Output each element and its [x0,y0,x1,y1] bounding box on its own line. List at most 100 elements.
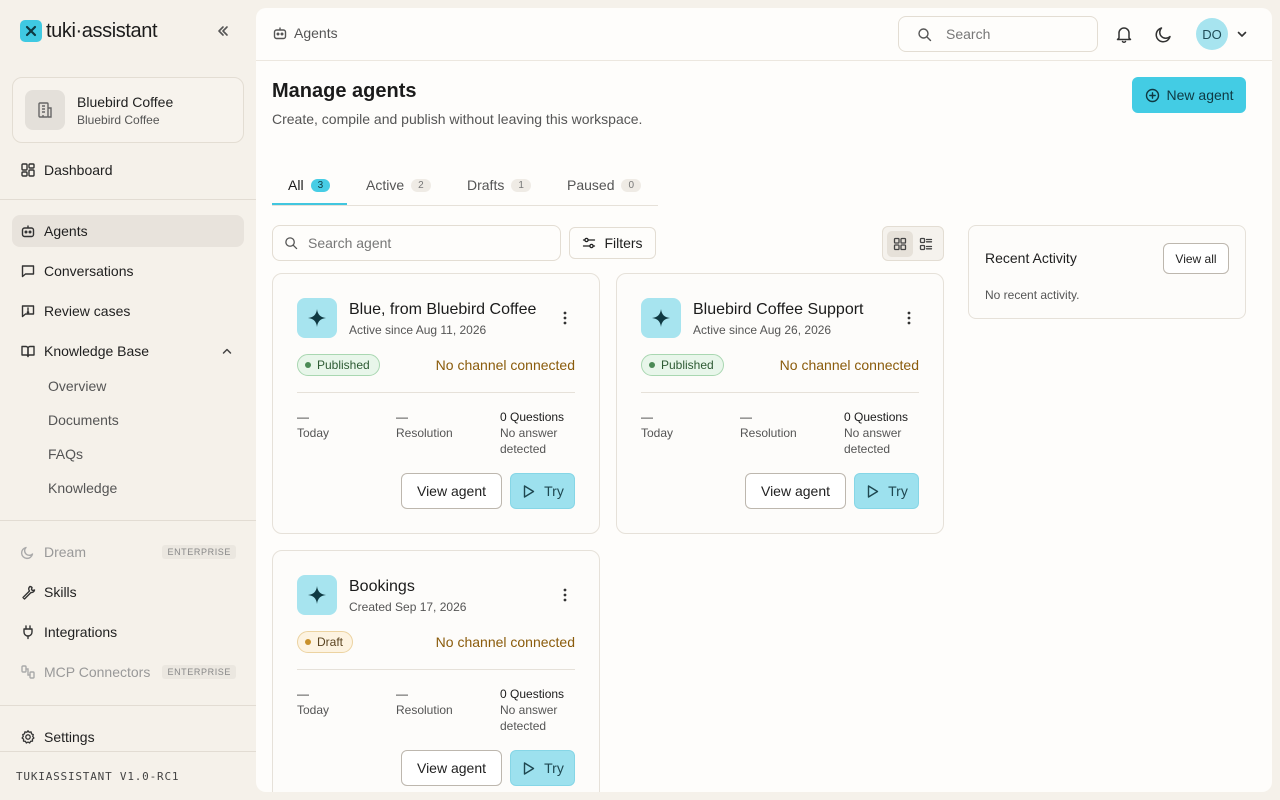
chevron-up-icon[interactable] [220,344,234,358]
moon-icon[interactable] [1154,24,1174,44]
filters-button[interactable]: Filters [569,227,656,259]
workspace-subtitle: Bluebird Coffee [77,112,160,127]
collapse-sidebar-icon[interactable] [214,22,232,40]
try-agent-button[interactable]: Try [510,473,575,509]
divider [0,199,256,200]
play-icon [521,484,536,499]
grid-view-icon[interactable] [887,231,913,257]
status-dot [305,639,311,645]
search-placeholder: Search [946,26,991,42]
sidebar-item-integrations[interactable]: Integrations [12,616,244,648]
agent-card: Blue, from Bluebird Coffee Active since … [272,273,600,534]
main-panel: Agents Search DO Manage agents Create, c… [256,8,1272,792]
sidebar-item-label: Settings [44,729,95,745]
metric-label: detected [500,719,547,733]
sparkle-icon [641,298,681,338]
metric-questions: 0 Questions No answer detected [500,409,564,457]
app-version: TUKIASSISTANT V1.0-RC1 [16,770,180,783]
metric-resolution: — Resolution [396,686,453,718]
bot-icon [272,25,288,41]
view-agent-button[interactable]: View agent [401,750,502,786]
view-agent-button[interactable]: View agent [745,473,846,509]
search-agent-input[interactable]: Search agent [272,225,561,261]
agent-name[interactable]: Bluebird Coffee Support [693,301,863,319]
sparkle-icon [297,298,337,338]
metric-label: detected [500,442,547,456]
tab-label: Drafts [467,177,505,193]
sidebar-item-knowledge-base[interactable]: Knowledge Base [12,335,244,367]
more-vertical-icon[interactable] [557,310,573,326]
metric-value: — [396,410,408,424]
sidebar-subitem-faqs[interactable]: FAQs [48,446,83,462]
chevron-down-icon[interactable] [1236,28,1248,40]
status-badge: Published [641,354,724,376]
divider [0,751,256,752]
metric-value: 0 Questions [500,410,565,424]
try-agent-button[interactable]: Try [510,750,575,786]
sparkle-icon [297,575,337,615]
sidebar-item-settings[interactable]: Settings [12,721,244,753]
sidebar-item-review-cases[interactable]: Review cases [12,295,244,327]
new-agent-button[interactable]: New agent [1132,77,1246,113]
sidebar-item-dream[interactable]: Dream ENTERPRISE [12,536,244,568]
tab-active[interactable]: Active 2 [366,165,431,205]
tab-paused[interactable]: Paused 0 [567,165,642,205]
sidebar-item-agents[interactable]: Agents [12,215,244,247]
breadcrumb[interactable]: Agents [272,25,338,41]
view-all-button[interactable]: View all [1163,243,1229,274]
metric-today: — Today [297,409,329,441]
view-toggle [882,226,944,261]
building-icon [25,90,65,130]
view-agent-button[interactable]: View agent [401,473,502,509]
wrench-icon [20,584,36,600]
bell-icon[interactable] [1114,24,1134,44]
plus-circle-icon [1145,88,1160,103]
metric-label: Resolution [396,703,453,717]
status-label: Published [317,358,370,372]
sidebar-item-conversations[interactable]: Conversations [12,255,244,287]
agent-name[interactable]: Bookings [349,578,415,596]
metric-label: detected [844,442,891,456]
logo-text: tuki·assistant [46,19,158,42]
sidebar-item-label: Knowledge Base [44,343,150,359]
tab-all[interactable]: All 3 [288,165,331,205]
metric-label: Today [297,703,330,717]
sidebar-item-dashboard[interactable]: Dashboard [12,154,244,186]
sidebar-subitem-overview[interactable]: Overview [48,378,106,394]
global-search-input[interactable]: Search [898,16,1098,52]
agent-tabs: All 3 Active 2 Drafts 1 Paused 0 [272,165,658,206]
channel-status: No channel connected [435,357,575,373]
user-avatar[interactable]: DO [1196,18,1228,50]
sliders-icon [582,236,596,250]
sidebar-subitem-knowledge[interactable]: Knowledge [48,480,117,496]
sidebar-subitem-documents[interactable]: Documents [48,412,119,428]
sidebar-item-skills[interactable]: Skills [12,576,244,608]
sidebar-item-label: MCP Connectors [44,664,151,680]
metric-value: 0 Questions [844,410,909,424]
metric-value: — [396,687,408,701]
search-icon [917,27,932,42]
sidebar-item-mcp-connectors[interactable]: MCP Connectors ENTERPRISE [12,656,244,688]
metric-label: Resolution [740,426,797,440]
enterprise-badge: ENTERPRISE [162,545,236,559]
try-label: Try [544,760,564,776]
divider [297,669,575,670]
workspace-switcher[interactable]: Bluebird Coffee Bluebird Coffee [12,77,244,143]
agent-since: Created Sep 17, 2026 [349,600,467,614]
message-square-icon [20,263,36,279]
more-vertical-icon[interactable] [557,587,573,603]
more-vertical-icon[interactable] [901,310,917,326]
tab-drafts[interactable]: Drafts 1 [467,165,531,205]
list-view-icon[interactable] [913,231,939,257]
agent-since: Active since Aug 26, 2026 [693,323,832,337]
divider [0,705,256,706]
agent-name[interactable]: Blue, from Bluebird Coffee [349,301,536,319]
status-label: Draft [317,635,344,649]
logo-mark-icon [20,20,42,42]
app-logo[interactable]: tuki·assistant [20,19,236,43]
dashboard-icon [20,162,36,178]
sidebar: tuki·assistant Bluebird Coffee Bluebird … [0,0,256,800]
channel-status: No channel connected [779,357,919,373]
try-agent-button[interactable]: Try [854,473,919,509]
agent-card: Bookings Created Sep 17, 2026 Draft No c… [272,550,600,792]
